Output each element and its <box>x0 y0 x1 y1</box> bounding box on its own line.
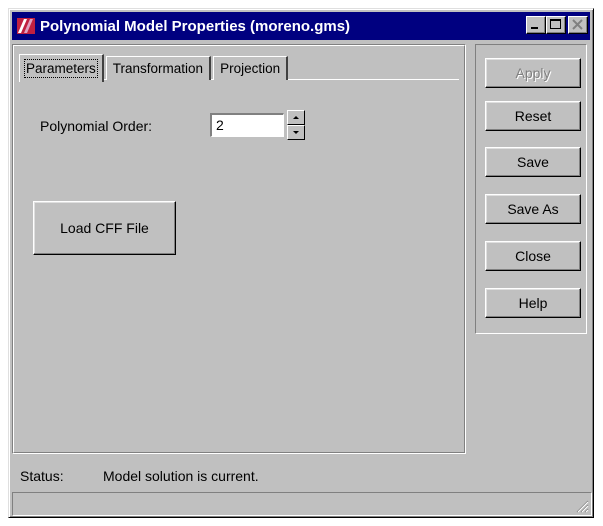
save-as-button[interactable]: Save As <box>485 194 581 224</box>
reset-button[interactable]: Reset <box>485 101 581 131</box>
spin-up-button[interactable] <box>287 110 305 125</box>
close-icon <box>572 19 583 30</box>
maximize-icon <box>550 19 561 29</box>
polynomial-order-spinner[interactable] <box>287 110 305 140</box>
polynomial-order-input[interactable]: 2 <box>210 113 284 137</box>
tab-transformation-label: Transformation <box>112 61 204 76</box>
tab-strip: Parameters Transformation Projection <box>19 50 290 82</box>
apply-button[interactable]: Apply <box>485 58 581 88</box>
resize-grip-icon[interactable] <box>575 499 589 513</box>
tab-projection-label: Projection <box>220 61 281 76</box>
status-label: Status: <box>20 468 64 484</box>
tab-parameters-label: Parameters <box>24 59 98 78</box>
arrow-down-icon <box>293 131 299 134</box>
polynomial-order-label: Polynomial Order: <box>40 118 153 134</box>
title-bar[interactable]: Polynomial Model Properties (moreno.gms) <box>12 12 590 40</box>
save-button[interactable]: Save <box>485 147 581 177</box>
status-bar <box>12 492 592 516</box>
spin-down-button[interactable] <box>287 125 305 140</box>
window-title: Polynomial Model Properties (moreno.gms) <box>40 17 351 35</box>
maximize-button[interactable] <box>546 16 566 34</box>
app-icon <box>16 16 36 36</box>
minimize-icon <box>531 27 538 29</box>
load-cff-file-button[interactable]: Load CFF File <box>33 201 176 255</box>
tab-parameters[interactable]: Parameters <box>19 54 104 82</box>
help-button[interactable]: Help <box>485 288 581 318</box>
close-window-button[interactable] <box>568 16 588 34</box>
close-button[interactable]: Close <box>485 241 581 271</box>
tab-transformation[interactable]: Transformation <box>105 56 212 80</box>
tab-projection[interactable]: Projection <box>213 56 289 80</box>
status-text: Model solution is current. <box>103 468 259 484</box>
arrow-up-icon <box>293 116 299 119</box>
minimize-button[interactable] <box>526 16 546 34</box>
